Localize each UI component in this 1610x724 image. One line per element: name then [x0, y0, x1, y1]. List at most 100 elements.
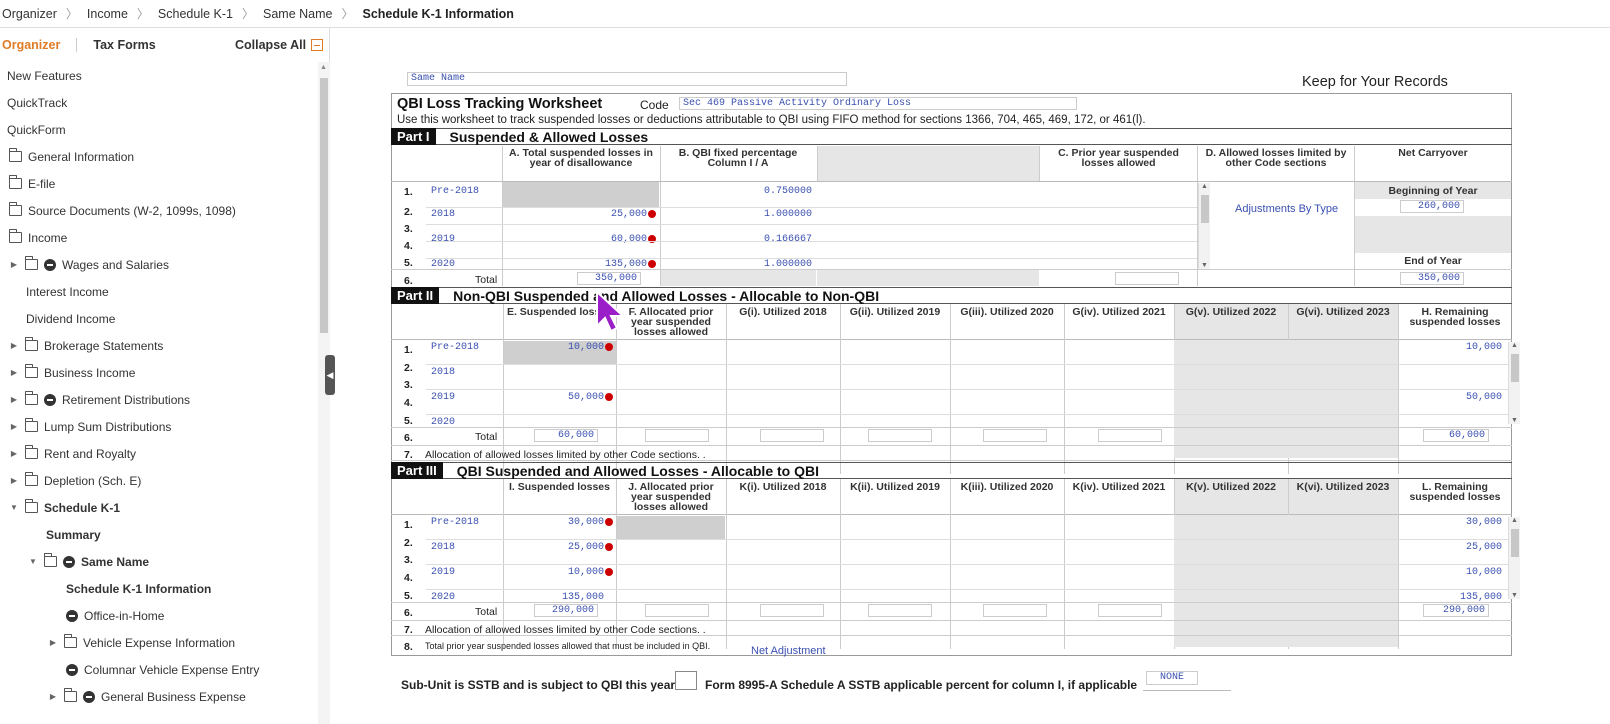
- scrollbar-thumb[interactable]: [1511, 354, 1519, 382]
- sidebar-item-same-name[interactable]: ▼ Same Name: [26, 548, 149, 575]
- part3-utilized-total[interactable]: [868, 604, 932, 617]
- part3-left-value[interactable]: 30,000: [505, 517, 604, 528]
- part2-utilized-total[interactable]: [645, 429, 709, 442]
- part2-right-value[interactable]: 50,000: [1400, 392, 1502, 403]
- part2-left-value[interactable]: 10,000: [505, 342, 604, 353]
- scrollbar-thumb[interactable]: [320, 78, 328, 333]
- breadcrumb-schedule-k1[interactable]: Schedule K-1: [158, 7, 233, 21]
- sidebar-item-office-in-home[interactable]: Office-in-Home: [66, 602, 164, 629]
- expand-arrow-icon[interactable]: ▶: [7, 368, 21, 377]
- part3-right-total[interactable]: 290,000: [1423, 604, 1489, 617]
- expand-arrow-icon[interactable]: ▶: [7, 395, 21, 404]
- expand-arrow-icon[interactable]: ▶: [46, 638, 60, 647]
- scroll-down-icon[interactable]: ▼: [1511, 417, 1518, 424]
- expand-arrow-icon[interactable]: ▶: [7, 422, 21, 431]
- part2-right-total[interactable]: 60,000: [1423, 429, 1489, 442]
- scroll-down-icon[interactable]: ▼: [1511, 592, 1518, 599]
- sidebar-item-retirement-distributions[interactable]: ▶ Retirement Distributions: [7, 386, 190, 413]
- sidebar-item-new-features[interactable]: New Features: [7, 62, 82, 89]
- taxpayer-name-field[interactable]: Same Name: [407, 72, 847, 86]
- breadcrumb-same-name[interactable]: Same Name: [263, 7, 332, 21]
- sidebar-item-source-documents[interactable]: Source Documents (W-2, 1099s, 1098): [9, 197, 236, 224]
- sidebar-item-dividend-income[interactable]: Dividend Income: [26, 305, 115, 332]
- part1-a-value[interactable]: 25,000: [505, 209, 647, 220]
- code-field[interactable]: Sec 469 Passive Activity Ordinary Loss: [679, 97, 1077, 110]
- part1-a-total[interactable]: 350,000: [577, 272, 641, 285]
- sidebar-item-income[interactable]: Income: [9, 224, 67, 251]
- sidebar-item-rent-and-royalty[interactable]: ▶ Rent and Royalty: [7, 440, 136, 467]
- scroll-up-icon[interactable]: ▲: [1201, 183, 1208, 190]
- scroll-up-icon[interactable]: ▲: [1511, 342, 1518, 349]
- sidebar-item-interest-income[interactable]: Interest Income: [26, 278, 109, 305]
- sstb-checkbox[interactable]: [675, 671, 697, 690]
- sidebar-item-general-business-expense[interactable]: ▶ General Business Expense: [46, 683, 246, 710]
- collapse-all-button[interactable]: Collapse All: [235, 38, 324, 52]
- row-number: 3.: [404, 223, 413, 235]
- part1-a-value[interactable]: 60,000: [505, 234, 647, 245]
- boy-value[interactable]: 260,000: [1400, 200, 1464, 213]
- scrollbar-thumb[interactable]: [1201, 195, 1209, 223]
- sidebar-item-columnar-vehicle-expense-entry[interactable]: Columnar Vehicle Expense Entry: [66, 656, 259, 683]
- expand-arrow-icon[interactable]: ▶: [7, 476, 21, 485]
- part2-left-total[interactable]: 60,000: [534, 429, 598, 442]
- collapse-arrow-icon[interactable]: ▼: [7, 503, 21, 512]
- scrollbar-thumb[interactable]: [1511, 529, 1519, 557]
- part3-left-total[interactable]: 290,000: [534, 604, 598, 617]
- part3-right-value[interactable]: 10,000: [1400, 567, 1502, 578]
- net-adjustment-link[interactable]: Net Adjustment: [751, 645, 826, 657]
- part2-utilized-total[interactable]: [760, 429, 824, 442]
- collapse-arrow-icon[interactable]: ▼: [26, 557, 40, 566]
- part2-left-value[interactable]: 50,000: [505, 392, 604, 403]
- sstb-percent-field[interactable]: NONE: [1146, 671, 1198, 685]
- part2-utilized-total[interactable]: [983, 429, 1047, 442]
- part3-utilized-total[interactable]: [760, 604, 824, 617]
- sidebar-item-depletion[interactable]: ▶ Depletion (Sch. E): [7, 467, 141, 494]
- sidebar-item-business-income[interactable]: ▶ Business Income: [7, 359, 135, 386]
- part3-utilized-total[interactable]: [645, 604, 709, 617]
- part1-b-value[interactable]: 1.000000: [663, 209, 812, 220]
- part2-right-value[interactable]: 10,000: [1400, 342, 1502, 353]
- eoy-value[interactable]: 350,000: [1400, 272, 1464, 285]
- collapse-panel-handle[interactable]: ◀: [325, 355, 335, 395]
- tab-organizer[interactable]: Organizer: [2, 38, 60, 52]
- row-divider: [391, 427, 1512, 428]
- adjustments-by-type-link[interactable]: Adjustments By Type: [1235, 203, 1338, 215]
- scroll-up-icon[interactable]: ▲: [320, 64, 327, 71]
- sidebar-item-quicktrack[interactable]: QuickTrack: [7, 89, 67, 116]
- sidebar-item-schedule-k1-information[interactable]: Schedule K-1 Information: [66, 575, 211, 602]
- expand-arrow-icon[interactable]: ▶: [7, 341, 21, 350]
- sidebar-item-quickform[interactable]: QuickForm: [7, 116, 66, 143]
- part3-utilized-total[interactable]: [983, 604, 1047, 617]
- row-number: 1.: [404, 344, 413, 356]
- scroll-down-icon[interactable]: ▼: [1201, 262, 1208, 269]
- sidebar-item-general-information[interactable]: General Information: [9, 143, 134, 170]
- expand-arrow-icon[interactable]: ▶: [7, 449, 21, 458]
- sidebar-item-wages-and-salaries[interactable]: ▶ Wages and Salaries: [7, 251, 169, 278]
- breadcrumb-organizer[interactable]: Organizer: [2, 7, 57, 21]
- part1-d-scrollbar[interactable]: ▲ ▼: [1198, 183, 1210, 269]
- sidebar-item-lump-sum-distributions[interactable]: ▶ Lump Sum Distributions: [7, 413, 171, 440]
- part3-right-value[interactable]: 25,000: [1400, 542, 1502, 553]
- part2-utilized-total[interactable]: [1098, 429, 1162, 442]
- part3-left-value[interactable]: 25,000: [505, 542, 604, 553]
- part1-b-value[interactable]: 0.750000: [663, 186, 812, 197]
- part3-right-value[interactable]: 30,000: [1400, 517, 1502, 528]
- sidebar-item-label: Wages and Salaries: [62, 257, 169, 272]
- part2-utilized-total[interactable]: [868, 429, 932, 442]
- sidebar-item-brokerage-statements[interactable]: ▶ Brokerage Statements: [7, 332, 163, 359]
- sidebar-item-schedule-k1[interactable]: ▼ Schedule K-1: [7, 494, 120, 521]
- part1-c-total[interactable]: [1115, 272, 1179, 285]
- part2-scrollbar[interactable]: ▲ ▼: [1508, 342, 1520, 424]
- part3-left-value[interactable]: 10,000: [505, 567, 604, 578]
- part3-utilized-total[interactable]: [1098, 604, 1162, 617]
- part3-scrollbar[interactable]: ▲ ▼: [1508, 517, 1520, 599]
- sidebar-item-summary[interactable]: Summary: [46, 521, 101, 548]
- breadcrumb-income[interactable]: Income: [87, 7, 128, 21]
- part1-b-value[interactable]: 0.166667: [663, 234, 812, 245]
- sidebar-item-vehicle-expense-information[interactable]: ▶ Vehicle Expense Information: [46, 629, 235, 656]
- sidebar-item-efile[interactable]: E-file: [9, 170, 55, 197]
- expand-arrow-icon[interactable]: ▶: [46, 692, 60, 701]
- scroll-up-icon[interactable]: ▲: [1511, 517, 1518, 524]
- expand-arrow-icon[interactable]: ▶: [7, 260, 21, 269]
- tab-tax-forms[interactable]: Tax Forms: [93, 38, 155, 52]
